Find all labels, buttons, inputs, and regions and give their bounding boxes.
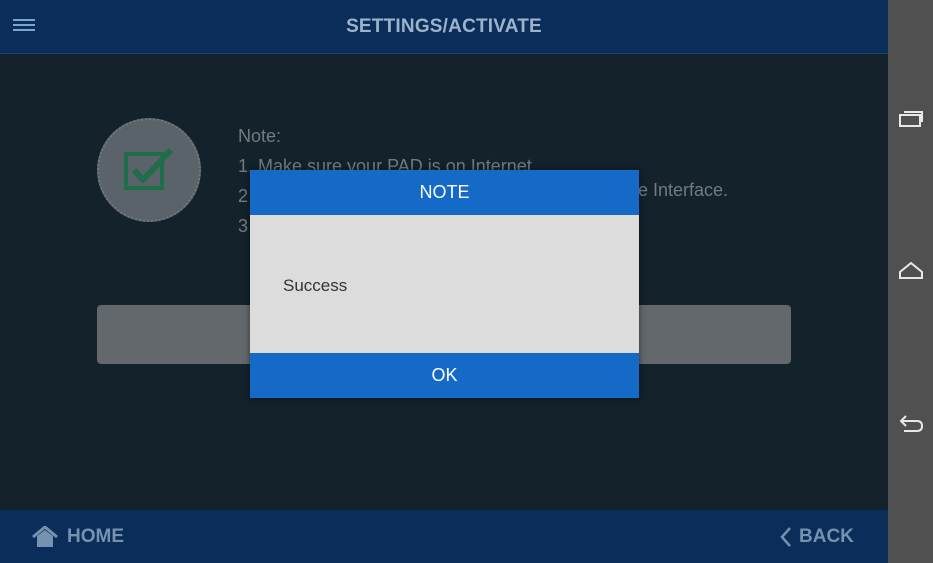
top-bar: SETTINGS/ACTIVATE [0,0,888,54]
note-dialog: NOTE Success OK [250,170,639,398]
home-nav-button[interactable] [898,258,924,284]
page-title: SETTINGS/ACTIVATE [346,16,542,37]
back-nav-icon [899,415,924,432]
dialog-message: Success [283,276,348,295]
activate-badge [97,118,201,222]
back-nav-button[interactable] [898,410,924,436]
home-button[interactable]: HOME [32,525,124,549]
dialog-title: NOTE [250,170,639,215]
bottom-bar: HOME BACK [0,510,888,563]
home-label: HOME [67,526,124,547]
recent-apps-icon [899,111,923,127]
ok-button[interactable]: OK [250,353,639,398]
recent-apps-button[interactable] [898,106,924,132]
home-icon [32,526,58,547]
chevron-left-icon [780,527,791,547]
note-line-tail: e Interface. [638,180,729,200]
note-line: Note: [238,126,282,146]
back-label: BACK [799,526,854,547]
checkbox-check-icon [124,147,174,190]
android-nav-bar [888,0,933,563]
home-nav-icon [899,261,923,279]
back-button[interactable]: BACK [780,525,854,549]
